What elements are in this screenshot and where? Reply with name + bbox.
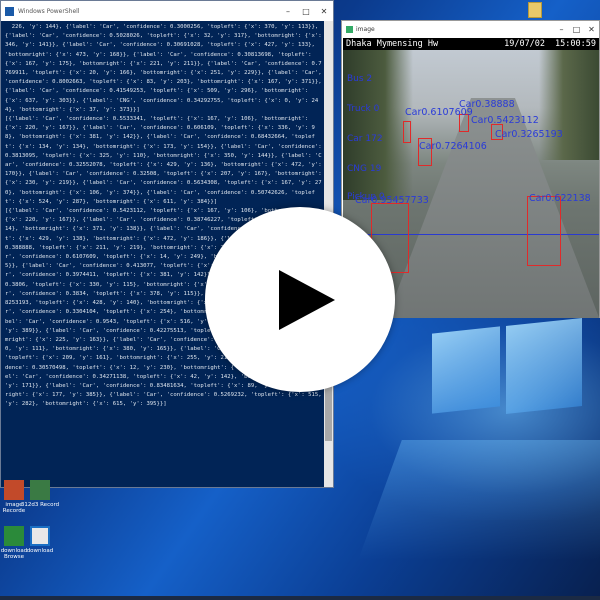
minimize-button[interactable]: –: [554, 21, 569, 37]
vehicle-counter-truck: Truck 0: [347, 104, 380, 114]
intel-icon: [30, 526, 50, 546]
minimize-button[interactable]: –: [279, 1, 297, 21]
desktop-light-beam: [358, 440, 600, 560]
windows-logo-pane-right: [506, 318, 582, 414]
detection-box: [527, 196, 561, 266]
taskbar[interactable]: [0, 596, 600, 600]
detection-label: Car0.3265193: [495, 129, 563, 140]
detection-label: Car0.38888: [459, 99, 515, 110]
vehicle-counter-cng: CNG 19: [347, 164, 382, 174]
windows-logo: [432, 318, 582, 430]
roadside-trees-right: [539, 50, 599, 160]
detection-label: Car0.5423112: [471, 115, 539, 126]
detection-label: Car0.95457733: [355, 195, 429, 206]
powershell-title: Windows PowerShell: [18, 7, 80, 15]
vehicle-counter-car: Car 172: [347, 134, 383, 144]
desktop-file-icon[interactable]: [528, 2, 544, 20]
play-button[interactable]: [205, 207, 395, 392]
powershell-icon: [5, 6, 14, 16]
image-window-titlebar[interactable]: image – □ ✕: [342, 21, 599, 37]
maximize-button[interactable]: □: [569, 21, 584, 37]
shortcut-label: 312d3 Record: [20, 502, 60, 508]
video-date: 19/07/02: [504, 39, 546, 49]
video-time: 15:00:59: [555, 39, 596, 49]
detection-label: Car0.7264106: [419, 141, 487, 152]
game-bar-icon: [30, 480, 50, 500]
shortcut-label: download: [26, 548, 54, 554]
close-button[interactable]: ✕: [315, 1, 333, 21]
video-location: Dhaka Mymensing Hw: [346, 39, 439, 49]
detection-box: [403, 121, 411, 143]
windows-logo-pane-left: [432, 326, 500, 414]
powershell-titlebar[interactable]: Windows PowerShell – □ ✕: [1, 1, 333, 21]
play-icon: [279, 269, 335, 330]
file-icon: [528, 2, 542, 18]
maximize-button[interactable]: □: [297, 1, 315, 21]
desktop-shortcut[interactable]: download: [20, 526, 60, 554]
app-icon: [346, 25, 353, 33]
video-overlay-header: Dhaka Mymensing Hw 19/07/02 15:00:59: [343, 38, 599, 50]
image-window-title: image: [356, 25, 375, 33]
detection-label: Car0.622138: [529, 193, 591, 204]
desktop-shortcut[interactable]: 312d3 Record: [20, 480, 60, 508]
vehicle-counter-bus: Bus 2: [347, 74, 373, 84]
close-button[interactable]: ✕: [584, 21, 599, 37]
scrollbar-thumb[interactable]: [325, 381, 332, 441]
